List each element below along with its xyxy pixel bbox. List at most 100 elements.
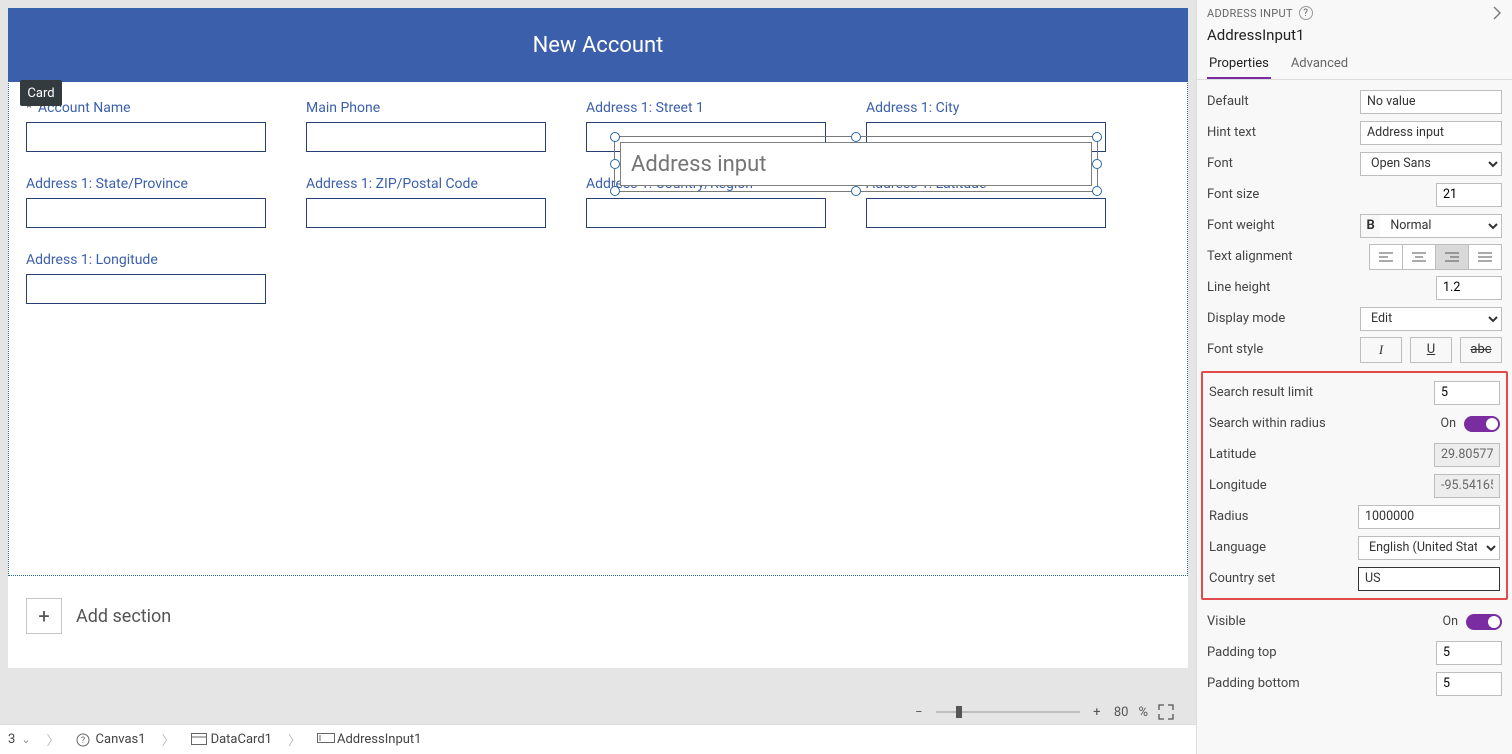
prop-font-label: Font xyxy=(1207,156,1352,171)
prop-hint-input[interactable] xyxy=(1360,121,1502,145)
prop-padbot-input[interactable] xyxy=(1436,672,1502,696)
input-icon xyxy=(317,733,331,747)
panel-tabs: Properties Advanced xyxy=(1197,50,1512,80)
field-account-name: *Account Name xyxy=(26,100,266,152)
breadcrumb-canvas1[interactable]: ? Canvas1 xyxy=(76,732,146,747)
prop-lat-input[interactable] xyxy=(1434,443,1500,467)
field-label: Main Phone xyxy=(306,100,380,116)
form-title: New Account xyxy=(533,33,664,58)
address-input-field[interactable] xyxy=(631,152,1081,177)
zoom-out-button[interactable]: − xyxy=(912,705,926,720)
zoom-in-button[interactable]: + xyxy=(1090,705,1104,720)
fit-screen-icon[interactable] xyxy=(1158,704,1174,720)
form-header: New Account xyxy=(8,8,1188,82)
tab-advanced[interactable]: Advanced xyxy=(1289,50,1350,79)
prop-visible-toggle[interactable] xyxy=(1466,614,1502,630)
prop-fontstyle-label: Font style xyxy=(1207,342,1352,357)
add-section-label: Add section xyxy=(76,606,171,627)
align-left-button[interactable] xyxy=(1369,244,1403,270)
prop-fontweight-select[interactable]: Normal xyxy=(1380,214,1502,238)
canvas-area: New Account *Account Name Main Phone Addre… xyxy=(0,0,1196,754)
prop-padtop-input[interactable] xyxy=(1436,641,1502,665)
align-right-button[interactable] xyxy=(1435,244,1469,270)
align-center-button[interactable] xyxy=(1402,244,1436,270)
prop-fontweight-label: Font weight xyxy=(1207,218,1352,233)
prop-lat-label: Latitude xyxy=(1209,447,1426,462)
help-icon[interactable]: ? xyxy=(1299,6,1313,20)
prop-searchlimit-label: Search result limit xyxy=(1209,385,1426,400)
addr1-country-input[interactable] xyxy=(586,198,826,228)
prop-fontsize-label: Font size xyxy=(1207,187,1428,202)
breadcrumb-addressinput1[interactable]: AddressInput1 xyxy=(317,732,421,747)
prop-lineheight-label: Line height xyxy=(1207,280,1428,295)
prop-radius-label: Radius xyxy=(1209,509,1350,524)
prop-displaymode-label: Display mode xyxy=(1207,311,1352,326)
prop-hint-label: Hint text xyxy=(1207,125,1352,140)
prop-countryset-input[interactable] xyxy=(1358,567,1500,591)
breadcrumb-root[interactable]: 3 ⌄ xyxy=(8,732,31,747)
prop-default-input[interactable] xyxy=(1360,90,1502,114)
zoom-unit: % xyxy=(1138,705,1148,720)
zoom-slider[interactable] xyxy=(936,711,1080,713)
help-icon: ? xyxy=(76,733,90,747)
addr1-state-input[interactable] xyxy=(26,198,266,228)
prop-padtop-label: Padding top xyxy=(1207,645,1428,660)
prop-default-label: Default xyxy=(1207,94,1352,109)
prop-displaymode-select[interactable]: Edit xyxy=(1360,307,1502,331)
prop-padbot-label: Padding bottom xyxy=(1207,676,1428,691)
align-justify-button[interactable] xyxy=(1468,244,1502,270)
account-name-input[interactable] xyxy=(26,122,266,152)
chevron-right-icon[interactable] xyxy=(1492,6,1502,20)
prop-lang-select[interactable]: English (United States) xyxy=(1358,536,1500,560)
addr1-zip-input[interactable] xyxy=(306,198,546,228)
breadcrumb: 3 ⌄ 〉 ? Canvas1 〉 DataCard1 〉 xyxy=(0,724,1196,754)
prop-lon-label: Longitude xyxy=(1209,478,1426,493)
card-icon xyxy=(191,733,205,747)
italic-button[interactable]: I xyxy=(1360,337,1402,363)
prop-countryset-label: Country set xyxy=(1209,571,1350,586)
field-main-phone: Main Phone xyxy=(306,100,546,152)
address-input-control[interactable] xyxy=(620,142,1092,186)
control-name: AddressInput1 xyxy=(1197,26,1512,50)
form-body: *Account Name Main Phone Address 1: Street… xyxy=(8,82,1188,304)
prop-searchlimit-input[interactable] xyxy=(1434,381,1500,405)
field-label: Address 1: ZIP/Postal Code xyxy=(306,176,478,192)
search-options-group: Search result limit Search within radius… xyxy=(1201,371,1508,600)
tab-properties[interactable]: Properties xyxy=(1207,50,1271,79)
field-label: Address 1: City xyxy=(866,100,959,116)
zoom-value: 80 xyxy=(1114,705,1129,720)
design-surface[interactable]: New Account *Account Name Main Phone Addre… xyxy=(8,8,1188,668)
plus-icon[interactable]: + xyxy=(26,598,62,634)
prop-searchradius-toggle[interactable] xyxy=(1464,416,1500,432)
field-addr1-lon: Address 1: Longitude xyxy=(26,252,266,304)
prop-lon-input[interactable] xyxy=(1434,474,1500,498)
prop-lang-label: Language xyxy=(1209,540,1350,555)
svg-text:?: ? xyxy=(80,736,84,746)
panel-title: ADDRESS INPUT xyxy=(1207,7,1293,20)
card-tooltip: Card xyxy=(20,80,62,106)
addr1-lat-input[interactable] xyxy=(866,198,1106,228)
field-label: Address 1: State/Province xyxy=(26,176,188,192)
properties-panel: ADDRESS INPUT ? AddressInput1 Properties… xyxy=(1196,0,1512,754)
breadcrumb-datacard1[interactable]: DataCard1 xyxy=(191,732,272,747)
main-phone-input[interactable] xyxy=(306,122,546,152)
field-addr1-zip: Address 1: ZIP/Postal Code xyxy=(306,176,546,228)
prop-radius-input[interactable] xyxy=(1358,505,1500,529)
addr1-lon-input[interactable] xyxy=(26,274,266,304)
chevron-down-icon: ⌄ xyxy=(21,733,30,746)
field-label: Address 1: Longitude xyxy=(26,252,158,268)
field-label: Address 1: Street 1 xyxy=(586,100,704,116)
prop-lineheight-input[interactable] xyxy=(1436,276,1502,300)
underline-button[interactable]: U xyxy=(1410,337,1452,363)
strike-button[interactable]: abc xyxy=(1460,337,1502,363)
prop-align-label: Text alignment xyxy=(1207,249,1362,264)
zoom-bar: − + 80 % xyxy=(0,700,1196,724)
prop-font-select[interactable]: Open Sans xyxy=(1360,152,1502,176)
bold-icon[interactable]: B xyxy=(1360,214,1380,238)
panel-header: ADDRESS INPUT ? xyxy=(1197,0,1512,26)
prop-searchradius-label: Search within radius xyxy=(1209,416,1432,431)
prop-visible-label: Visible xyxy=(1207,614,1434,629)
add-section-row[interactable]: + Add section xyxy=(26,598,171,634)
prop-fontsize-input[interactable] xyxy=(1436,183,1502,207)
field-addr1-state: Address 1: State/Province xyxy=(26,176,266,228)
